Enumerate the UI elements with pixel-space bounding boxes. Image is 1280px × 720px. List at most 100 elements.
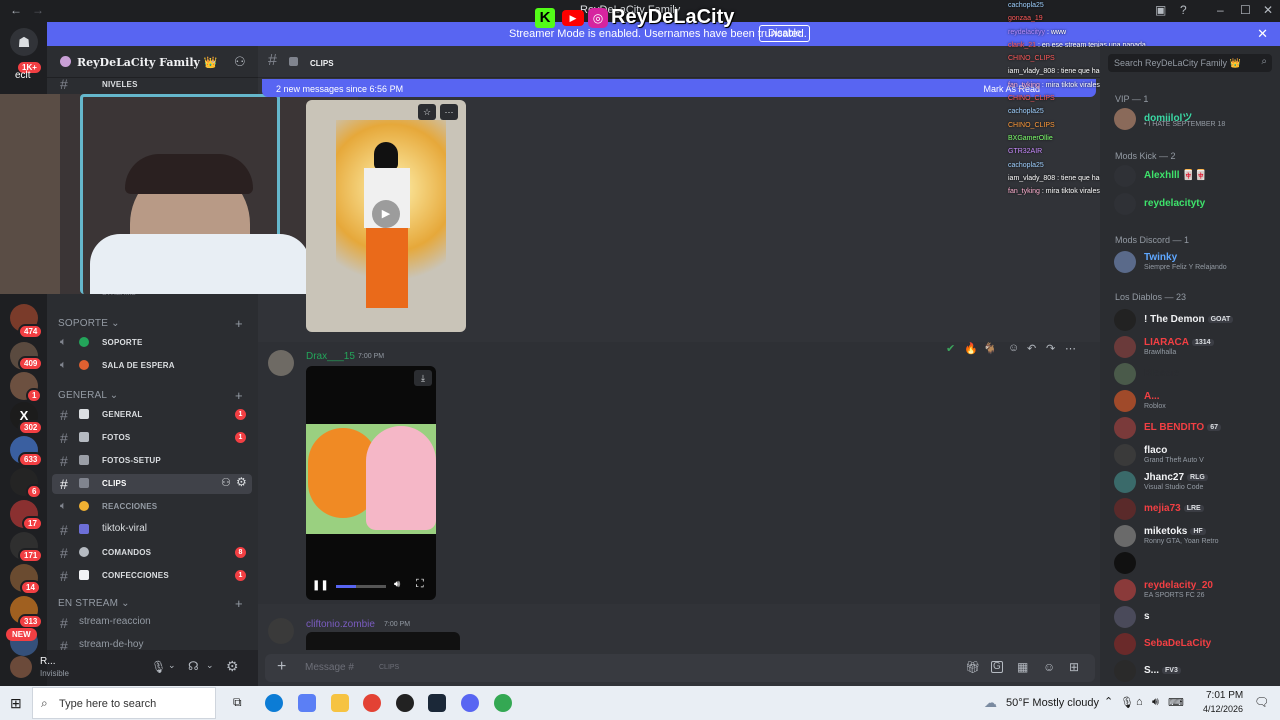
chevron-down-icon[interactable]: ⌄ <box>168 660 176 671</box>
file-explorer-icon[interactable] <box>331 694 349 712</box>
channel-reacciones[interactable]: 🔈︎ REACCIONES <box>52 497 252 517</box>
search-bar[interactable]: Search ReyDeLaCity Family 👑 ⌕ <box>1108 54 1272 72</box>
forward-icon[interactable]: ↷ <box>1046 342 1055 355</box>
channel-fotos[interactable]: # FOTOS 1 <box>52 428 252 448</box>
weather-text[interactable]: 50°F Mostly cloudy <box>1006 697 1099 709</box>
message-author[interactable]: cliftonio.zombie <box>306 619 375 630</box>
steam-icon[interactable] <box>428 694 446 712</box>
chrome-icon[interactable] <box>363 694 381 712</box>
help-icon[interactable]: ? <box>1180 3 1187 17</box>
chevron-up-icon[interactable]: ⌃ <box>1104 695 1113 708</box>
gift-icon[interactable]: 🎁︎ <box>965 660 980 674</box>
category-en-stream[interactable]: EN STREAM ⌄ + <box>58 596 243 611</box>
invite-people-icon[interactable]: ⚇ <box>234 54 246 70</box>
favorite-star-icon[interactable]: ☆ <box>418 104 436 120</box>
voice-channel-sala-de-espera[interactable]: 🔈︎ SALA DE ESPERA <box>52 356 252 376</box>
member-item[interactable]: Twinky Siempre Feliz Y Relajando <box>1114 251 1274 275</box>
apps-icon[interactable]: ⊞ <box>1069 660 1079 674</box>
forward-arrow-icon[interactable]: → <box>32 3 44 17</box>
member-item[interactable]: reydelacityty <box>1114 193 1274 217</box>
channel-stream-reaccion[interactable]: # stream-reaccion <box>52 613 252 633</box>
video-attachment[interactable]: ▶ ☆ ⋯ <box>306 100 466 332</box>
member-item[interactable]: Alexhlll 🀄🀄 <box>1114 165 1274 189</box>
pause-icon[interactable]: ❚❚ <box>312 580 329 591</box>
member-item[interactable]: A... Roblox <box>1114 390 1274 414</box>
close-button[interactable]: ✕ <box>1263 3 1273 17</box>
disable-button[interactable]: Disable <box>759 25 811 42</box>
obs-icon[interactable] <box>396 694 414 712</box>
chevron-down-icon[interactable]: ⌄ <box>206 660 214 671</box>
channel-clips[interactable]: # CLIPS ⚇ ⚙ <box>52 474 252 494</box>
volume-icon[interactable]: 🔊︎ <box>394 579 400 590</box>
member-item[interactable]: mejia73 LRE <box>1114 498 1274 522</box>
member-item[interactable]: LIARACA 1314 Brawlhalla <box>1114 336 1274 360</box>
more-options-icon[interactable]: ⋯ <box>440 104 458 120</box>
checkmark-reaction-icon[interactable]: ✔ <box>946 342 955 355</box>
member-item[interactable]: ! The Demon GOAT <box>1114 309 1274 333</box>
windows-start-icon[interactable]: ⊞ <box>10 695 22 712</box>
reply-icon[interactable]: ↶ <box>1027 342 1036 355</box>
taskbar-search[interactable]: ⌕ Type here to search <box>32 687 216 719</box>
play-icon[interactable]: ▶ <box>372 200 400 228</box>
member-item[interactable]: domiilolツ • I HATE SEPTEMBER 18 <box>1114 108 1274 132</box>
member-item[interactable]: EL BENDITO 67 <box>1114 417 1274 441</box>
sticker-icon[interactable]: ▦ <box>1017 660 1028 674</box>
message-composer[interactable]: + Message # CLIPS 🎁︎ G ▦ ☺ ⊞ <box>265 654 1095 682</box>
member-item[interactable]: flaco Grand Theft Auto V <box>1114 444 1274 468</box>
inbox-icon[interactable]: ▣ <box>1155 3 1166 17</box>
channel-niveles[interactable]: # NIVELES <box>52 76 252 92</box>
voice-channel-soporte[interactable]: 🔈︎ SOPORTE <box>52 333 252 353</box>
create-invite-icon[interactable]: ⚇ <box>221 476 231 489</box>
avatar[interactable] <box>10 656 32 678</box>
clock-time[interactable]: 7:01 PM <box>1206 690 1243 701</box>
server-header[interactable]: ReyDeLaCity Family 👑 ⌄ ⚇ <box>47 46 258 78</box>
headphones-icon[interactable]: ☊ <box>188 659 199 673</box>
add-attachment-icon[interactable]: + <box>277 658 286 676</box>
member-item[interactable]: SebaDeLaCity <box>1114 633 1274 657</box>
add-channel-icon[interactable]: + <box>235 596 243 611</box>
add-channel-icon[interactable]: + <box>235 388 243 403</box>
channel-confecciones[interactable]: # CONFECCIONES 1 <box>52 566 252 586</box>
video-player[interactable]: ⤓ ❚❚ 🔊︎ ⛶ <box>306 366 436 600</box>
category-general[interactable]: GENERAL ⌄ + <box>58 388 243 403</box>
channel-general[interactable]: # GENERAL 1 <box>52 405 252 425</box>
fullscreen-icon[interactable]: ⛶ <box>416 578 424 591</box>
channel-stream-de-hoy[interactable]: # stream-de-hoy <box>52 636 252 650</box>
video-attachment[interactable] <box>306 632 460 650</box>
add-channel-icon[interactable]: + <box>235 316 243 331</box>
avatar[interactable] <box>268 618 294 644</box>
member-item[interactable]: Jhanc27 RLG Visual Studio Code <box>1114 471 1274 495</box>
add-reaction-icon[interactable]: ☺ <box>1008 342 1019 354</box>
chevron-down-icon[interactable]: ⌄ <box>209 55 217 66</box>
clock-date[interactable]: 4/12/2026 <box>1203 704 1243 714</box>
member-item[interactable]: miketoks HF Ronny GTA, Yoan Retro <box>1114 525 1274 549</box>
notification-icon[interactable]: 🗨︎ <box>1254 695 1269 709</box>
network-icon[interactable]: ⌂ <box>1136 696 1143 708</box>
channel-tiktok-viral[interactable]: # tiktok-viral <box>52 520 252 540</box>
volume-tray-icon[interactable]: 🔊︎ <box>1152 696 1159 709</box>
member-item[interactable] <box>1114 552 1274 576</box>
avatar[interactable] <box>268 350 294 376</box>
fire-reaction-icon[interactable]: 🔥 <box>964 342 978 355</box>
maximize-button[interactable]: ☐ <box>1240 3 1251 17</box>
video-progress-bar[interactable] <box>336 585 386 588</box>
keyboard-icon[interactable]: ⌨ <box>1168 696 1184 709</box>
settings-gear-icon[interactable]: ⚙ <box>226 658 239 675</box>
member-item[interactable]: s <box>1114 606 1274 630</box>
animal-reaction-icon[interactable]: 🐐 <box>983 342 997 355</box>
task-view-icon[interactable]: ⧉ <box>233 695 242 710</box>
member-item[interactable]: reydelacity_20 EA SPORTS FC 26 <box>1114 579 1274 603</box>
direct-messages-icon[interactable]: ☗ <box>10 28 38 56</box>
chrome-profile-icon[interactable] <box>494 694 512 712</box>
mic-tray-icon[interactable]: 🎙︎ <box>1120 696 1134 709</box>
edge-icon[interactable] <box>265 694 283 712</box>
member-item[interactable]: Blessie <box>1114 363 1274 387</box>
copilot-icon[interactable] <box>298 694 316 712</box>
download-icon[interactable]: ⤓ <box>414 370 432 386</box>
channel-comandos[interactable]: # COMANDOS 8 <box>52 543 252 563</box>
channel-fotos-setup[interactable]: # FOTOS-SETUP <box>52 451 252 471</box>
message-author[interactable]: Drax___15 <box>306 351 355 362</box>
discord-icon[interactable] <box>461 694 479 712</box>
member-item[interactable]: S... FV3 <box>1114 660 1274 684</box>
close-banner-icon[interactable]: ✕ <box>1257 26 1268 42</box>
